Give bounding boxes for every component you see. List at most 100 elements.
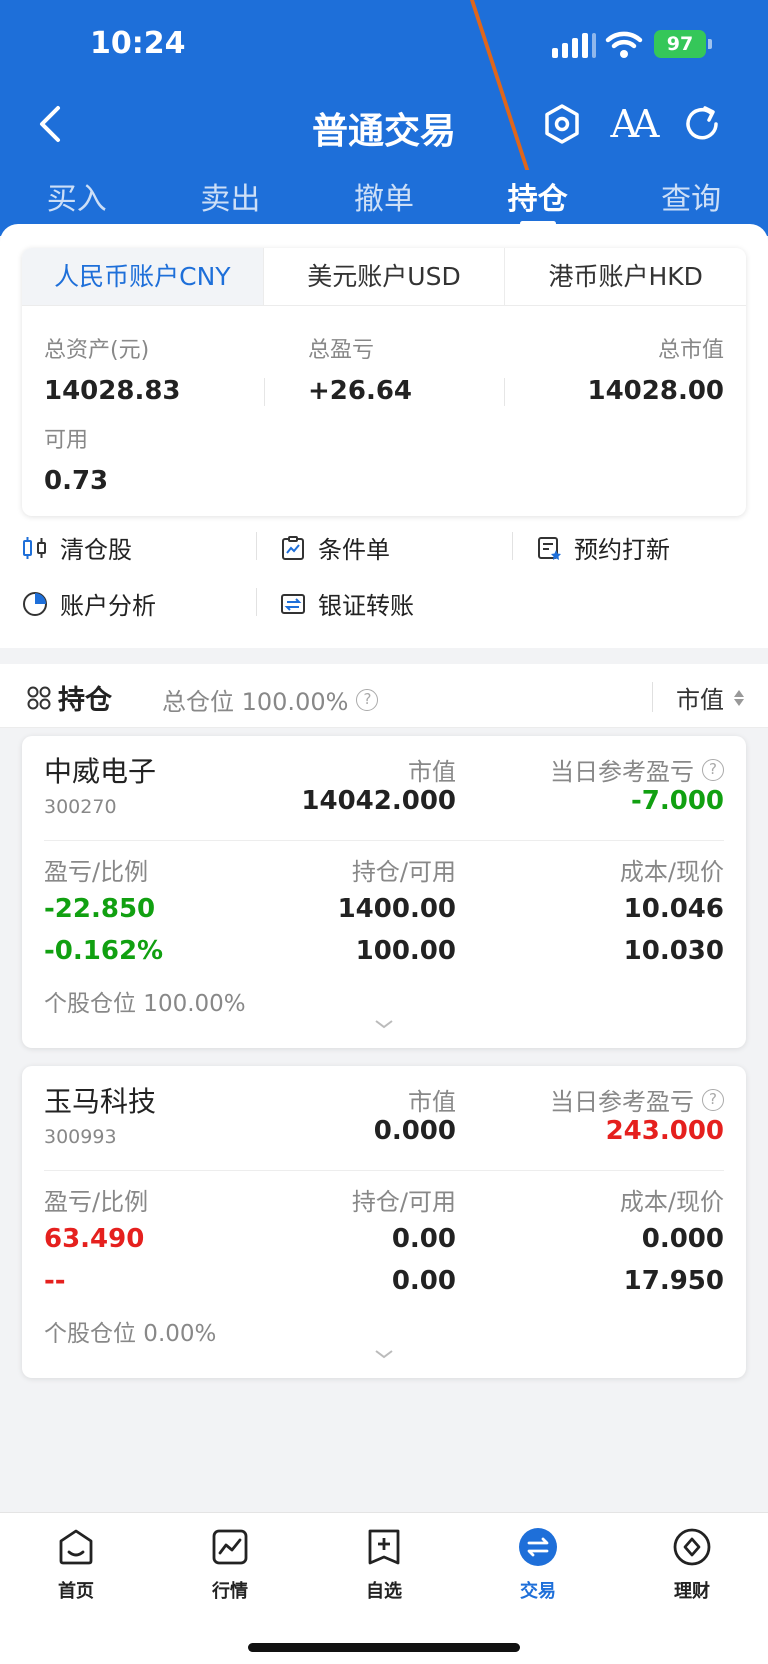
divider	[512, 532, 513, 560]
hold-quantity: 0.00	[391, 1224, 456, 1254]
stock-card[interactable]: 玉马科技 300993 市值 0.000 当日参考盈亏 ? 243.000 盈亏…	[22, 1066, 746, 1378]
stock-code: 300270	[44, 796, 117, 818]
divider	[504, 378, 505, 406]
nav-wealth-label: 理财	[674, 1581, 710, 1602]
daily-pnl-label: 当日参考盈亏	[550, 1088, 694, 1116]
total-pnl-label: 总盈亏	[308, 338, 375, 363]
tab-cny-account[interactable]: 人民币账户CNY	[22, 248, 264, 305]
hold-quantity: 1400.00	[337, 894, 456, 924]
pnl-ratio: --	[44, 1266, 66, 1296]
daily-pnl: -7.000	[630, 786, 724, 816]
market-value-value: 14028.00	[587, 376, 724, 406]
hold-avail-label: 持仓/可用	[351, 1188, 456, 1216]
trade-exchange-icon	[519, 1528, 557, 1566]
watchlist-add-icon	[368, 1529, 400, 1565]
clipboard-icon	[282, 535, 304, 560]
menu-row: 账户分析 银证转账	[0, 576, 768, 636]
nav-market[interactable]: 行情	[180, 1527, 280, 1603]
ipo-reservation-button[interactable]: 预约打新	[536, 530, 670, 565]
holdings-title: 持仓	[26, 678, 112, 717]
menu-row: 清仓股 条件单 预约打新	[0, 516, 768, 576]
transfer-icon	[281, 593, 305, 614]
font-size-icon[interactable]: AA	[608, 100, 660, 148]
cost-value: 0.000	[641, 1224, 724, 1254]
help-icon[interactable]: ?	[356, 688, 379, 711]
chevron-down-icon[interactable]	[374, 1018, 394, 1030]
pnl-value: -22.850	[44, 894, 156, 924]
nav-bar: 普通交易 AA	[0, 88, 768, 160]
divider	[44, 840, 724, 841]
stock-card[interactable]: 中威电子 300270 市值 14042.000 当日参考盈亏 ? -7.000…	[22, 736, 746, 1048]
cost-price-label: 成本/现价	[619, 858, 724, 886]
conditional-order-button[interactable]: 条件单	[280, 530, 390, 565]
account-panel: 人民币账户CNY 美元账户USD 港币账户HKD 总资产(元) 14028.83…	[0, 224, 768, 648]
pnl-ratio: -0.162%	[44, 936, 164, 966]
available-label: 可用	[44, 428, 89, 453]
chevron-down-icon[interactable]	[374, 1348, 394, 1360]
account-summary-card: 人民币账户CNY 美元账户USD 港币账户HKD 总资产(元) 14028.83…	[22, 248, 746, 516]
nav-watchlist[interactable]: 自选	[334, 1527, 434, 1603]
help-icon[interactable]: ?	[702, 758, 724, 781]
clear-stock-button[interactable]: 清仓股	[22, 530, 132, 565]
sort-label: 市值	[676, 686, 724, 714]
conditional-order-label: 条件单	[318, 536, 390, 564]
hold-avail-label: 持仓/可用	[351, 858, 456, 886]
total-assets-label: 总资产(元)	[44, 338, 150, 363]
daily-pnl-label: 当日参考盈亏	[550, 758, 694, 786]
currency-tabs: 人民币账户CNY 美元账户USD 港币账户HKD	[22, 248, 746, 306]
bank-transfer-button[interactable]: 银证转账	[280, 586, 414, 621]
ipo-reservation-label: 预约打新	[574, 536, 670, 564]
app-header: 10:24 97 普通交易 AA 买入 卖出 撤单 持仓 查询	[0, 0, 768, 236]
pie-chart-icon	[23, 591, 47, 616]
market-value-label: 市值	[408, 758, 456, 786]
sort-by-market-value[interactable]: 市值	[676, 680, 744, 715]
daily-pnl-header: 当日参考盈亏 ?	[550, 752, 724, 787]
avail-quantity: 0.00	[391, 1266, 456, 1296]
account-analysis-button[interactable]: 账户分析	[22, 586, 156, 621]
pnl-ratio-label: 盈亏/比例	[44, 858, 149, 886]
nav-home-label: 首页	[58, 1581, 94, 1602]
divider	[256, 588, 257, 616]
total-assets-value: 14028.83	[44, 376, 181, 406]
current-price: 10.030	[623, 936, 724, 966]
divider	[256, 532, 257, 560]
tab-usd-account[interactable]: 美元账户USD	[263, 248, 506, 305]
tab-sell[interactable]: 卖出	[154, 168, 308, 232]
trade-tabs: 买入 卖出 撤单 持仓 查询	[0, 168, 768, 232]
available-value: 0.73	[44, 466, 109, 496]
tab-buy[interactable]: 买入	[0, 168, 154, 232]
total-pnl-value: +26.64	[308, 376, 413, 406]
nav-trade-label: 交易	[520, 1581, 556, 1602]
market-value-label: 总市值	[657, 338, 724, 363]
nav-home[interactable]: 首页	[26, 1527, 126, 1603]
holdings-title-label: 持仓	[58, 685, 112, 716]
nav-trade[interactable]: 交易	[488, 1527, 588, 1603]
sort-arrows-icon	[734, 689, 744, 706]
total-position: 总仓位 100.00% ?	[162, 682, 379, 717]
bank-transfer-label: 银证转账	[318, 592, 414, 620]
account-analysis-label: 账户分析	[60, 592, 156, 620]
grid-icon	[27, 686, 51, 709]
bottom-nav: 首页 行情 自选 交易 理财	[0, 1512, 768, 1664]
tab-hkd-account[interactable]: 港币账户HKD	[505, 248, 746, 305]
market-value: 0.000	[373, 1116, 456, 1146]
market-chart-icon	[212, 1529, 248, 1565]
clear-stock-label: 清仓股	[60, 536, 132, 564]
ipo-star-icon	[538, 536, 561, 560]
stock-position-ratio: 个股仓位 100.00%	[44, 991, 246, 1017]
avail-quantity: 100.00	[355, 936, 456, 966]
divider	[264, 378, 265, 406]
tab-query[interactable]: 查询	[614, 168, 768, 232]
refresh-icon[interactable]	[678, 100, 726, 148]
nav-wealth[interactable]: 理财	[642, 1527, 742, 1603]
wealth-icon	[673, 1528, 711, 1566]
home-indicator	[248, 1643, 520, 1652]
tab-cancel[interactable]: 撤单	[307, 168, 461, 232]
stock-name: 中威电子	[44, 755, 157, 788]
stock-name: 玉马科技	[44, 1085, 157, 1118]
stock-position-ratio: 个股仓位 0.00%	[44, 1321, 217, 1347]
help-icon[interactable]: ?	[702, 1088, 724, 1111]
tab-holdings[interactable]: 持仓	[461, 168, 615, 232]
settings-hexagon-icon[interactable]	[538, 100, 586, 148]
nav-market-label: 行情	[212, 1581, 248, 1602]
